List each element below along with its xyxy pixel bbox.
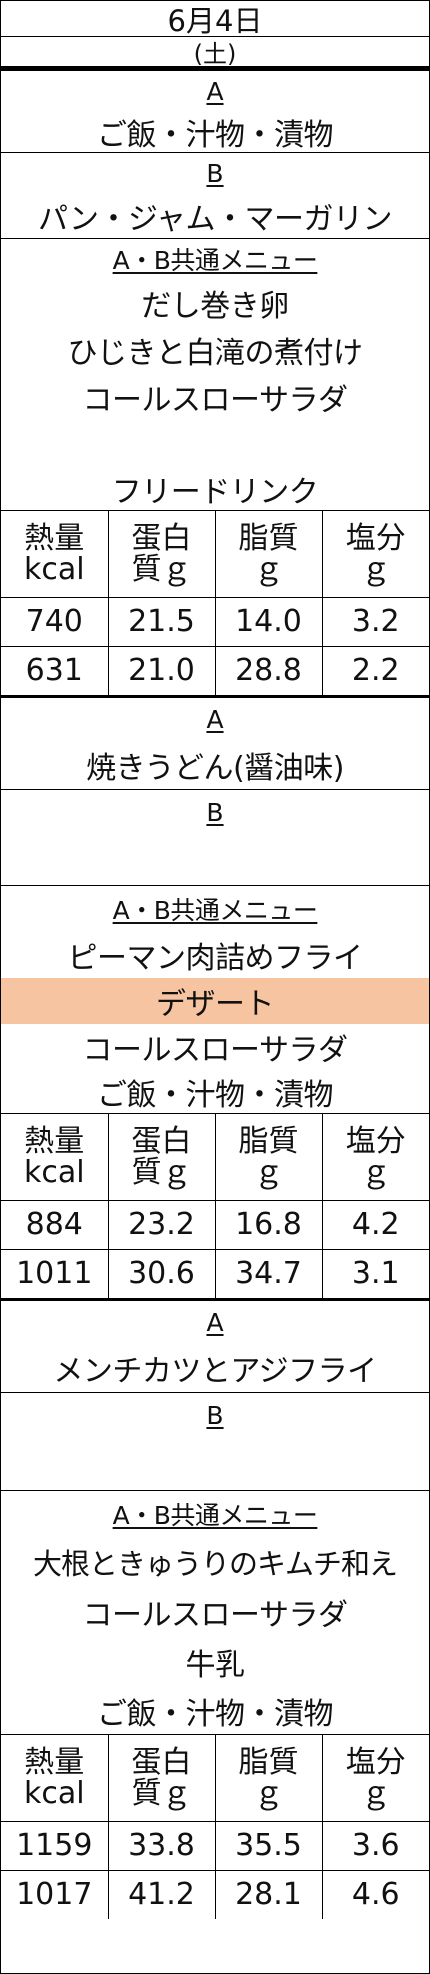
day-of-week: (土) <box>1 37 429 71</box>
energy-value: 1011 <box>1 1249 109 1301</box>
energy-header: 熱量 kcal <box>1 1114 109 1201</box>
meal1-b-dish: パン・ジャム・マーガリン <box>1 193 429 239</box>
nutrition-row-a: 1159 33.8 35.5 3.6 <box>1 1821 429 1871</box>
protein-value: 30.6 <box>107 1249 216 1301</box>
meal1-common-item: フリードリンク <box>1 467 429 511</box>
meal2-a-label: A <box>206 704 224 734</box>
salt-value: 4.2 <box>321 1200 429 1250</box>
nutrition-row-a: 884 23.2 16.8 4.2 <box>1 1200 429 1250</box>
protein-value: 33.8 <box>107 1821 216 1871</box>
menu-sheet: 6月4日 (土) A ご飯・汁物・漬物 B パン・ジャム・マーガリン A・B共通… <box>0 0 430 1974</box>
salt-value: 4.6 <box>321 1870 429 1919</box>
nutrition-header-row: 熱量 kcal 蛋白 質ｇ 脂質 ｇ 塩分 ｇ <box>1 511 429 598</box>
meal1-a-label: A <box>206 76 224 106</box>
date-title: 6月4日 <box>1 1 429 38</box>
meal3-common-item: コールスローサラダ <box>82 1598 348 1633</box>
energy-header: 熱量 kcal <box>1 511 109 598</box>
salt-value: 3.1 <box>321 1249 429 1301</box>
meal3-common-item: 牛乳 <box>185 1648 246 1683</box>
meal2-b-label: B <box>206 797 224 827</box>
nutrition-header-row: 熱量 kcal 蛋白 質ｇ 脂質 ｇ 塩分 ｇ <box>1 1735 429 1822</box>
meal2-nutrition-table: 熱量 kcal 蛋白 質ｇ 脂質 ｇ 塩分 ｇ 884 23.2 16.8 4.2 10… <box>1 1114 429 1301</box>
fat-header: 脂質 ｇ <box>214 1735 323 1822</box>
salt-header: 塩分 ｇ <box>321 1735 429 1822</box>
nutrition-row-b: 631 21.0 28.8 2.2 <box>1 646 429 698</box>
meal3-b-dish <box>1 1437 429 1491</box>
energy-header: 熱量 kcal <box>1 1735 109 1822</box>
nutrition-row-b: 1017 41.2 28.1 4.6 <box>1 1870 429 1919</box>
energy-value: 1159 <box>1 1821 109 1871</box>
fat-value: 34.7 <box>214 1249 323 1301</box>
fat-value: 28.1 <box>214 1870 323 1919</box>
protein-value: 21.5 <box>107 597 216 647</box>
protein-header: 蛋白 質ｇ <box>107 1735 216 1822</box>
meal1-common-item: ひじきと白滝の煮付け <box>67 335 364 371</box>
energy-value: 884 <box>1 1200 109 1250</box>
fat-header: 脂質 ｇ <box>214 1114 323 1201</box>
meal3-common-label: A・B共通メニュー <box>112 1501 318 1530</box>
meal3-nutrition-table: 熱量 kcal 蛋白 質ｇ 脂質 ｇ 塩分 ｇ 1159 33.8 35.5 3.6 1… <box>1 1735 429 1919</box>
meal1-common-item: だし巻き卵 <box>141 288 289 324</box>
protein-value: 41.2 <box>107 1870 216 1919</box>
meal2-common-item: ご飯・汁物・漬物 <box>1 1070 429 1114</box>
nutrition-row-a: 740 21.5 14.0 3.2 <box>1 597 429 647</box>
energy-value: 631 <box>1 646 109 698</box>
protein-header: 蛋白 質ｇ <box>107 1114 216 1201</box>
protein-value: 23.2 <box>107 1200 216 1250</box>
fat-header: 脂質 ｇ <box>214 511 323 598</box>
nutrition-row-b: 1011 30.6 34.7 3.1 <box>1 1249 429 1301</box>
meal3-a-dish: メンチカツとアジフライ <box>1 1343 429 1393</box>
meal1-b-label: B <box>206 158 224 188</box>
salt-value: 3.2 <box>321 597 429 647</box>
fat-value: 35.5 <box>214 1821 323 1871</box>
meal3-b-label: B <box>206 1400 224 1430</box>
meal2-dessert-highlight: デザート <box>1 978 429 1024</box>
protein-value: 21.0 <box>107 646 216 698</box>
salt-value: 3.6 <box>321 1821 429 1871</box>
fat-value: 14.0 <box>214 597 323 647</box>
meal1-common-item-blank <box>1 420 429 467</box>
meal1-common-label: A・B共通メニュー <box>112 246 318 275</box>
meal2-b-dish <box>1 834 429 886</box>
salt-header: 塩分 ｇ <box>321 511 429 598</box>
fat-value: 28.8 <box>214 646 323 698</box>
protein-header: 蛋白 質ｇ <box>107 511 216 598</box>
salt-value: 2.2 <box>321 646 429 698</box>
meal1-nutrition-table: 熱量 kcal 蛋白 質ｇ 脂質 ｇ 塩分 ｇ 740 21.5 14.0 3.2 63… <box>1 511 429 698</box>
meal1-common-item: コールスローサラダ <box>82 382 348 418</box>
energy-value: 1017 <box>1 1870 109 1919</box>
meal2-common-label: A・B共通メニュー <box>112 896 318 925</box>
meal3-a-label: A <box>206 1307 224 1337</box>
fat-value: 16.8 <box>214 1200 323 1250</box>
nutrition-header-row: 熱量 kcal 蛋白 質ｇ 脂質 ｇ 塩分 ｇ <box>1 1114 429 1201</box>
meal3-common-item: ご飯・汁物・漬物 <box>1 1687 429 1735</box>
meal2-common-item: コールスローサラダ <box>82 1033 348 1068</box>
meal2-a-dish: 焼きうどん(醤油味) <box>1 740 429 790</box>
meal3-common-item: 大根ときゅうりのキムチ和え <box>32 1547 398 1581</box>
meal2-common-item: ピーマン肉詰めフライ <box>67 941 364 976</box>
energy-value: 740 <box>1 597 109 647</box>
meal1-a-dish: ご飯・汁物・漬物 <box>1 111 429 153</box>
salt-header: 塩分 ｇ <box>321 1114 429 1201</box>
